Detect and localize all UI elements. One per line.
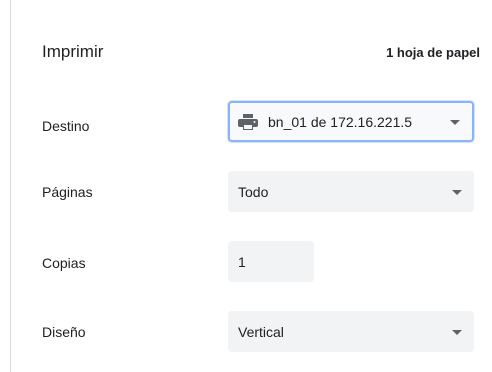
printer-icon bbox=[238, 113, 258, 130]
sheet-count: 1 hoja de papel bbox=[386, 45, 480, 60]
print-settings-panel: Imprimir 1 hoja de papel Destino bn_01 d… bbox=[0, 0, 492, 372]
panel-divider bbox=[10, 0, 11, 372]
chevron-down-icon bbox=[452, 329, 462, 335]
destination-select[interactable]: bn_01 de 172.16.221.5 bbox=[228, 101, 474, 142]
chevron-down-icon bbox=[452, 189, 462, 195]
pages-label: Páginas bbox=[42, 184, 93, 200]
destination-value: bn_01 de 172.16.221.5 bbox=[268, 113, 413, 130]
destination-label: Destino bbox=[42, 118, 90, 134]
pages-value: Todo bbox=[238, 183, 269, 200]
chevron-down-icon bbox=[450, 119, 460, 125]
page-title: Imprimir bbox=[42, 42, 104, 61]
copies-input[interactable]: 1 bbox=[228, 241, 314, 282]
layout-select[interactable]: Vertical bbox=[228, 311, 474, 352]
copies-label: Copias bbox=[42, 255, 86, 271]
copies-value: 1 bbox=[238, 253, 246, 270]
layout-value: Vertical bbox=[238, 323, 284, 340]
pages-select[interactable]: Todo bbox=[228, 171, 474, 212]
layout-label: Diseño bbox=[42, 324, 86, 340]
